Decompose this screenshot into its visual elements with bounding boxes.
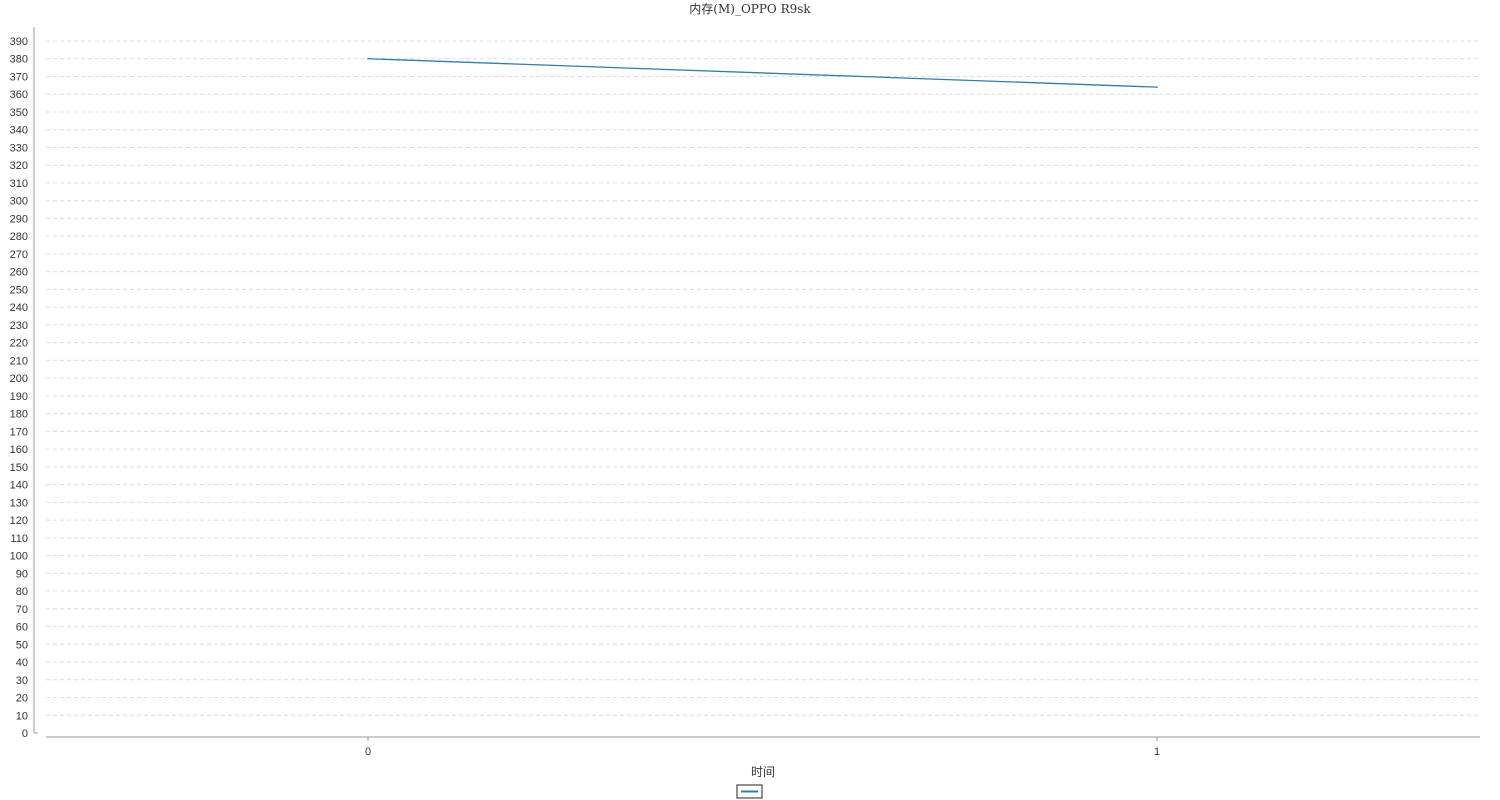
y-tick-label: 110 bbox=[10, 533, 28, 545]
y-tick-label: 260 bbox=[10, 267, 28, 279]
line-chart: 内存(M)_OPPO R9sk 010203040506070809010011… bbox=[10, 2, 1480, 799]
legend[interactable] bbox=[736, 784, 763, 799]
y-tick-label: 270 bbox=[10, 249, 28, 261]
y-tick-label: 190 bbox=[10, 391, 28, 403]
y-tick-label: 380 bbox=[10, 54, 28, 66]
y-tick-label: 0 bbox=[22, 728, 28, 740]
y-tick-label: 220 bbox=[10, 338, 28, 350]
y-axis-ticks: 0 10 20 30 40 50 60 70 80 90 100 110 120 130 140 150 160… bbox=[10, 36, 28, 740]
y-tick-label: 330 bbox=[10, 142, 28, 154]
chart-title: 内存(M)_OPPO R9sk bbox=[689, 2, 811, 16]
axes bbox=[33, 27, 1480, 738]
y-tick-label: 240 bbox=[10, 302, 28, 314]
y-tick-label: 290 bbox=[10, 213, 28, 225]
y-tick-label: 210 bbox=[10, 355, 28, 367]
y-tick-label: 80 bbox=[16, 586, 28, 598]
y-tick-label: 70 bbox=[16, 604, 28, 616]
y-tick-label: 180 bbox=[10, 409, 28, 421]
y-tick-label: 230 bbox=[10, 320, 28, 332]
data-point bbox=[367, 57, 369, 60]
data-point bbox=[1156, 86, 1158, 88]
y-tick-label: 200 bbox=[10, 373, 28, 385]
series-lines bbox=[367, 57, 1158, 88]
y-tick-label: 340 bbox=[10, 125, 28, 137]
y-tick-label: 250 bbox=[10, 284, 28, 296]
chart-container: 内存(M)_OPPO R9sk 0 10 20 30 40 50 60 70 80 90 100 11… bbox=[0, 0, 1500, 800]
y-tick-label: 50 bbox=[16, 639, 28, 651]
y-tick-label: 30 bbox=[16, 675, 28, 687]
y-tick-label: 90 bbox=[16, 568, 28, 580]
y-tick-label: 20 bbox=[16, 693, 28, 705]
x-axis-title: 时间 bbox=[751, 765, 775, 779]
x-tick-label: 1 bbox=[1154, 746, 1160, 758]
y-tick-label: 130 bbox=[10, 497, 28, 509]
y-tick-label: 280 bbox=[10, 231, 28, 243]
x-axis-ticks: 01 bbox=[365, 737, 1160, 758]
y-tick-label: 40 bbox=[16, 657, 28, 669]
y-tick-label: 140 bbox=[10, 480, 28, 492]
y-tick-label: 300 bbox=[10, 196, 28, 208]
x-tick-label: 0 bbox=[365, 746, 371, 758]
y-tick-label: 150 bbox=[10, 462, 28, 474]
y-tick-label: 370 bbox=[10, 71, 28, 83]
y-tick-label: 310 bbox=[10, 178, 28, 190]
y-tick-label: 320 bbox=[10, 160, 28, 172]
y-tick-label: 10 bbox=[16, 710, 28, 722]
y-tick-label: 360 bbox=[10, 89, 28, 101]
series-line bbox=[367, 58, 1158, 88]
gridlines bbox=[46, 40, 1480, 716]
y-tick-label: 60 bbox=[16, 622, 28, 634]
y-tick-label: 390 bbox=[10, 36, 28, 48]
y-tick-label: 100 bbox=[10, 551, 28, 563]
y-tick-label: 160 bbox=[10, 444, 28, 456]
y-tick-label: 120 bbox=[10, 515, 28, 527]
y-tick-label: 170 bbox=[10, 426, 28, 438]
y-tick-label: 350 bbox=[10, 107, 28, 119]
